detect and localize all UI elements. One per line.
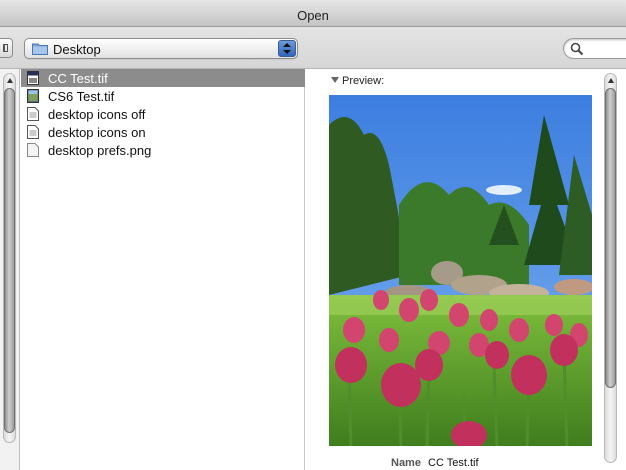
scroll-up-icon [608, 78, 614, 83]
info-name-value: CC Test.tif [428, 457, 479, 469]
column-view-button[interactable] [0, 38, 13, 58]
previous-column [0, 69, 20, 470]
plain-file-icon [27, 143, 39, 157]
file-name: CS6 Test.tif [48, 88, 115, 104]
preview-image [329, 95, 592, 446]
search-field[interactable] [563, 38, 626, 59]
location-stepper[interactable] [278, 40, 296, 57]
chevron-down-icon [283, 50, 291, 54]
preview-scroll-thumb[interactable] [605, 88, 616, 388]
disclosure-triangle-icon[interactable] [331, 77, 339, 83]
file-name: CC Test.tif [48, 70, 108, 86]
location-label: Desktop [53, 42, 101, 57]
document-icon [27, 107, 39, 121]
image-file-icon [27, 89, 39, 103]
file-name: desktop icons off [48, 106, 146, 122]
document-icon [27, 125, 39, 139]
left-scrollbar[interactable] [3, 73, 16, 443]
file-name: desktop prefs.png [48, 142, 152, 158]
window-titlebar: Open [0, 0, 626, 27]
columns-icon [3, 44, 8, 52]
toolbar: Desktop [0, 27, 626, 69]
file-list: CC Test.tif CS6 Test.tif desktop icons o… [21, 69, 305, 470]
left-scroll-thumb[interactable] [4, 88, 15, 433]
scroll-up-icon [7, 78, 13, 83]
location-popup[interactable]: Desktop [24, 38, 298, 59]
preview-scrollbar[interactable] [604, 73, 617, 463]
chevron-up-icon [283, 43, 291, 47]
folder-icon [32, 43, 48, 55]
info-name-label: Name [391, 457, 421, 469]
tif-file-icon [27, 71, 39, 85]
preview-label: Preview: [342, 75, 385, 87]
file-row[interactable]: CC Test.tif [21, 69, 305, 87]
file-row[interactable]: CS6 Test.tif [21, 87, 305, 105]
file-row[interactable]: desktop icons on [21, 123, 305, 141]
file-row[interactable]: desktop icons off [21, 105, 305, 123]
preview-pane: Preview: Name CC Test.tif [306, 69, 626, 470]
window-title: Open [297, 8, 329, 23]
file-row[interactable]: desktop prefs.png [21, 141, 305, 159]
search-icon [570, 42, 584, 56]
file-name: desktop icons on [48, 124, 146, 140]
file-browser: CC Test.tif CS6 Test.tif desktop icons o… [0, 69, 626, 470]
